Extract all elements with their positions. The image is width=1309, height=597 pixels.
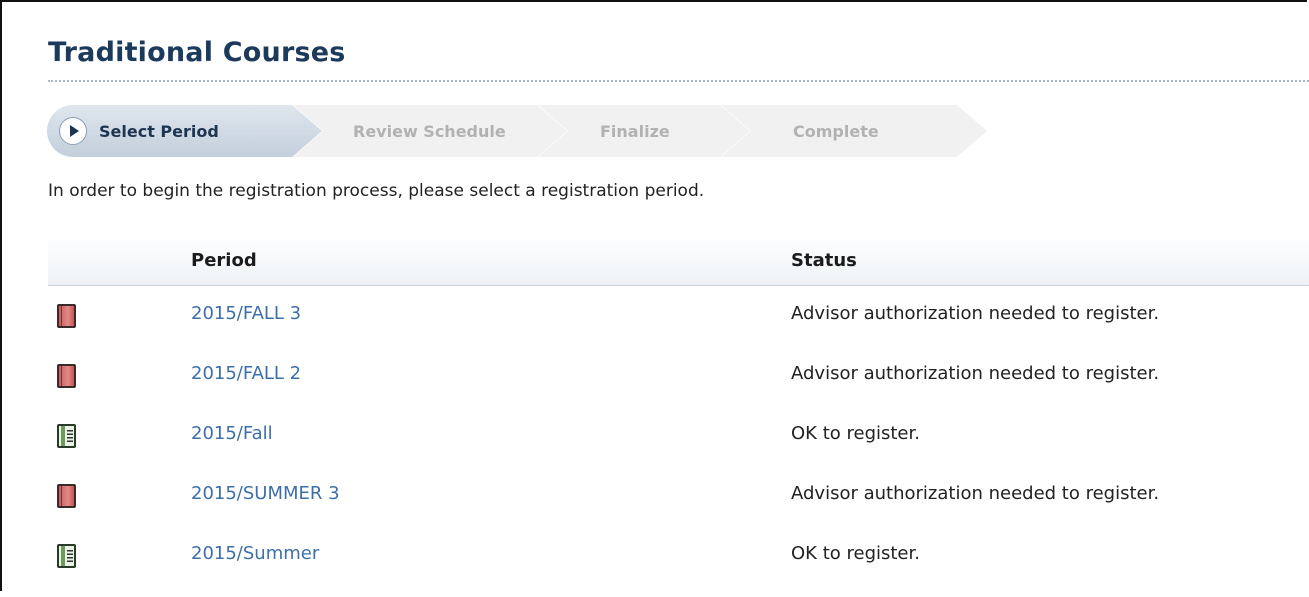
step-review-schedule: Review Schedule [293, 105, 567, 157]
step-complete: Complete [721, 105, 987, 157]
status-text: OK to register. [791, 543, 920, 564]
status-text: Advisor authorization needed to register… [791, 483, 1160, 504]
period-link[interactable]: 2015/Fall [191, 423, 273, 444]
book-open-green-icon [57, 544, 76, 568]
step-review-schedule-label: Review Schedule [353, 121, 506, 141]
table-row: 2015/Summer OK to register. [48, 537, 1309, 597]
period-link[interactable]: 2015/Summer [191, 543, 319, 564]
table-row: 2015/Fall OK to register. [48, 417, 1309, 477]
intro-text: In order to begin the registration proce… [48, 181, 705, 201]
step-select-period: Select Period [47, 105, 322, 157]
header-status: Status [791, 250, 857, 271]
book-closed-red-icon [57, 304, 76, 328]
period-link[interactable]: 2015/FALL 3 [191, 303, 301, 324]
step-finalize: Finalize [538, 105, 750, 157]
book-closed-red-icon [57, 364, 76, 388]
period-link[interactable]: 2015/SUMMER 3 [191, 483, 340, 504]
header-period: Period [191, 250, 257, 271]
registration-periods-table: Period Status 2015/FALL 3 Advisor author… [48, 235, 1309, 597]
registration-stepper: Complete Finalize Review Schedule Select… [47, 105, 987, 157]
book-closed-red-icon [57, 484, 76, 508]
status-text: OK to register. [791, 423, 920, 444]
step-finalize-label: Finalize [600, 121, 670, 141]
step-complete-label: Complete [793, 121, 879, 141]
status-text: Advisor authorization needed to register… [791, 363, 1160, 384]
title-divider [48, 80, 1309, 82]
table-row: 2015/FALL 2 Advisor authorization needed… [48, 357, 1309, 417]
table-row: 2015/SUMMER 3 Advisor authorization need… [48, 477, 1309, 537]
status-text: Advisor authorization needed to register… [791, 303, 1160, 324]
book-open-green-icon [57, 424, 76, 448]
table-row: 2015/FALL 3 Advisor authorization needed… [48, 297, 1309, 357]
step-select-period-label: Select Period [99, 121, 219, 141]
page-title: Traditional Courses [48, 37, 346, 68]
table-header: Period Status [48, 235, 1309, 286]
period-link[interactable]: 2015/FALL 2 [191, 363, 301, 384]
play-icon [59, 117, 87, 145]
